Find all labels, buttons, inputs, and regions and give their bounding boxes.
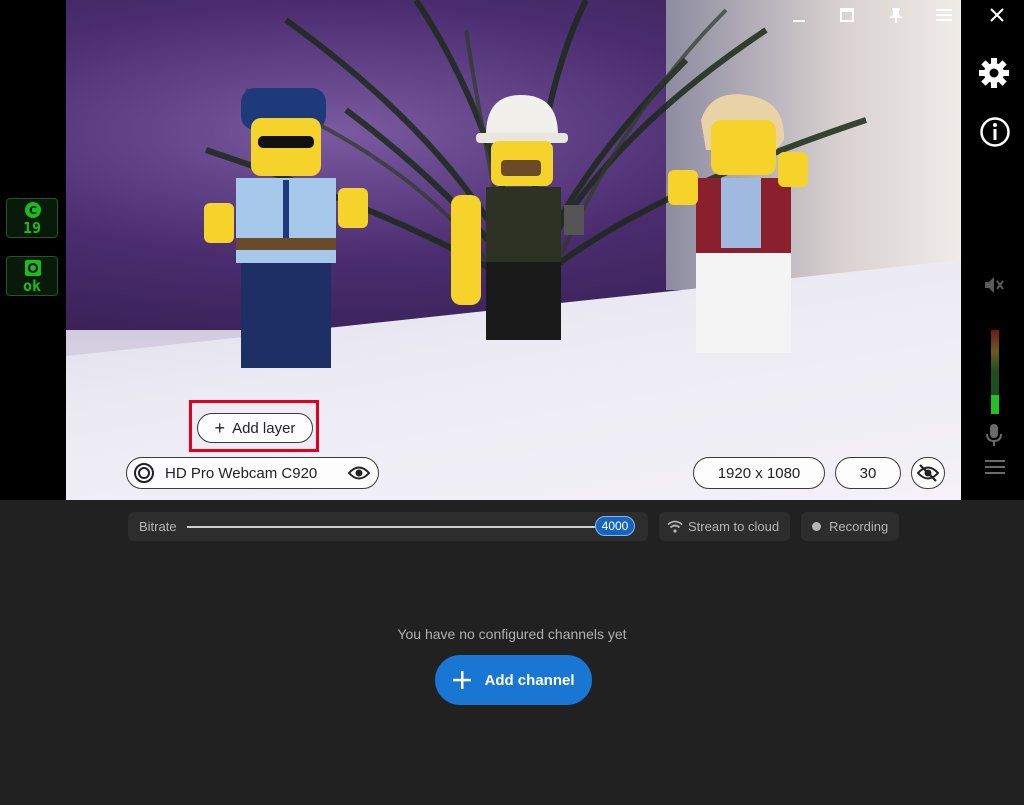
- fps-value: 30: [859, 464, 877, 482]
- audio-level-fill: [991, 395, 999, 414]
- firefighter-figure: [451, 95, 584, 340]
- minimize-icon: [793, 20, 805, 22]
- bitrate-value[interactable]: 4000: [595, 516, 635, 536]
- fps-selector[interactable]: 30: [835, 457, 901, 489]
- bitrate-label: Bitrate: [139, 519, 177, 534]
- menu-icon: [936, 9, 952, 21]
- resolution-selector[interactable]: 1920 x 1080: [693, 457, 825, 489]
- menu-button[interactable]: [933, 4, 955, 26]
- close-icon: [990, 8, 1004, 22]
- add-channel-label: Add channel: [484, 671, 575, 689]
- hamburger-icon[interactable]: [985, 459, 1005, 475]
- empty-channels-message: You have no configured channels yet: [397, 626, 627, 642]
- microphone-icon[interactable]: [985, 423, 1003, 447]
- record-dot-icon: [812, 522, 821, 531]
- gear-status-icon: [25, 260, 41, 276]
- stream-label: Stream to cloud: [688, 519, 780, 534]
- health-value: ok: [22, 277, 42, 295]
- hide-preview-button[interactable]: [911, 457, 945, 489]
- counter-badge: C 19: [6, 198, 58, 238]
- minimize-button[interactable]: [788, 4, 810, 26]
- bitrate-slider[interactable]: [187, 526, 597, 528]
- eye-off-icon: [917, 464, 939, 482]
- stream-to-cloud-toggle[interactable]: Stream to cloud: [659, 512, 790, 541]
- counter-icon: C: [25, 202, 41, 218]
- resolution-value: 1920 x 1080: [717, 464, 801, 482]
- pin-icon: [890, 8, 902, 23]
- maximize-button[interactable]: [836, 4, 858, 26]
- police-figure: [204, 88, 368, 368]
- bitrate-control: Bitrate 4000: [128, 512, 648, 541]
- health-badge: ok: [6, 256, 58, 296]
- maximize-icon: [840, 8, 854, 22]
- info-icon[interactable]: [979, 116, 1011, 148]
- eye-icon[interactable]: [348, 464, 370, 482]
- counter-value: 19: [22, 219, 42, 237]
- close-button[interactable]: [986, 4, 1008, 26]
- add-channel-button[interactable]: Add channel: [435, 655, 592, 705]
- recording-label: Recording: [829, 519, 889, 534]
- pin-button[interactable]: [885, 4, 907, 26]
- source-selector[interactable]: HD Pro Webcam C920: [126, 457, 379, 489]
- recording-toggle[interactable]: Recording: [801, 512, 899, 541]
- source-name: HD Pro Webcam C920: [165, 464, 318, 482]
- speaker-muted-icon[interactable]: [983, 274, 1005, 296]
- gear-icon[interactable]: [978, 57, 1010, 89]
- wifi-icon: [667, 520, 683, 533]
- plus-icon: [453, 671, 472, 689]
- source-radio-icon[interactable]: [133, 462, 155, 484]
- svg-text:C: C: [29, 204, 37, 217]
- status-sidebar: C 19 ok: [0, 0, 66, 500]
- blonde-figure: [668, 94, 808, 353]
- right-sidebar: [961, 0, 1024, 500]
- add-layer-highlight: [189, 400, 319, 452]
